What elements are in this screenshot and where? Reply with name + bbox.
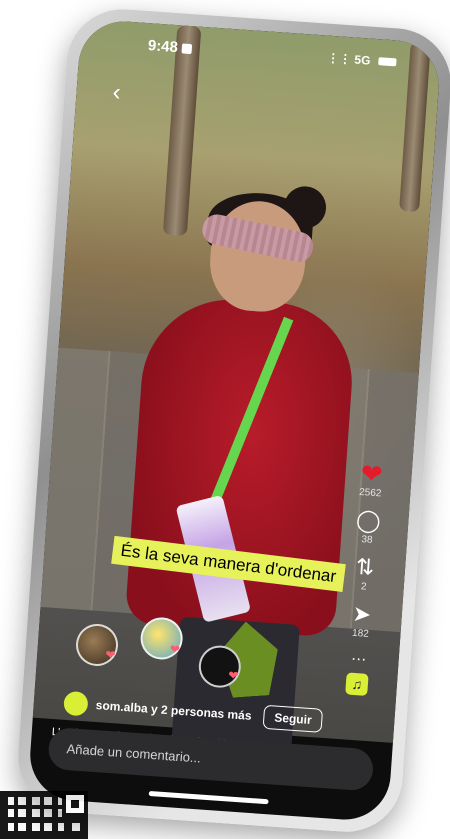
repost-count: 2 bbox=[360, 581, 367, 593]
battery-icon bbox=[378, 57, 397, 67]
sim-icon bbox=[181, 43, 193, 55]
heart-icon: ❤ bbox=[359, 457, 384, 490]
comment-bubble-icon: ◯ bbox=[355, 506, 382, 534]
qr-finder bbox=[62, 791, 88, 817]
share-count: 182 bbox=[351, 627, 370, 640]
author-avatar[interactable] bbox=[63, 690, 89, 717]
share-button[interactable]: ➤ 182 bbox=[338, 599, 385, 641]
send-icon: ➤ bbox=[351, 600, 372, 627]
more-options-icon[interactable]: … bbox=[336, 646, 381, 667]
heart-icon: ❤ bbox=[104, 647, 116, 663]
repost-button[interactable]: ⇅ 2 bbox=[341, 552, 388, 594]
like-button[interactable]: ❤ 2562 bbox=[348, 458, 395, 500]
comment-count: 38 bbox=[361, 534, 373, 546]
music-icon[interactable]: ♫ bbox=[345, 672, 369, 696]
network-indicator: ⋮⋮ 5G bbox=[327, 51, 397, 70]
comment-button[interactable]: ◯ 38 bbox=[345, 505, 392, 547]
status-time: 9:48 bbox=[147, 37, 193, 57]
like-count: 2562 bbox=[358, 486, 382, 500]
home-indicator[interactable] bbox=[148, 790, 269, 805]
author-name[interactable]: som.alba y 2 personas más bbox=[95, 698, 252, 723]
phone-frame: 9:48 ⋮⋮ 5G ‹ És la seva manera d'ordenar… bbox=[14, 5, 450, 836]
qr-code bbox=[0, 791, 88, 839]
follow-button[interactable]: Seguir bbox=[262, 704, 324, 733]
heart-icon: ❤ bbox=[169, 642, 181, 657]
repost-icon: ⇅ bbox=[355, 553, 376, 581]
app-screen: 9:48 ⋮⋮ 5G ‹ És la seva manera d'ordenar… bbox=[27, 18, 442, 823]
girl-figure bbox=[116, 184, 365, 767]
heart-icon: ❤ bbox=[227, 668, 239, 683]
